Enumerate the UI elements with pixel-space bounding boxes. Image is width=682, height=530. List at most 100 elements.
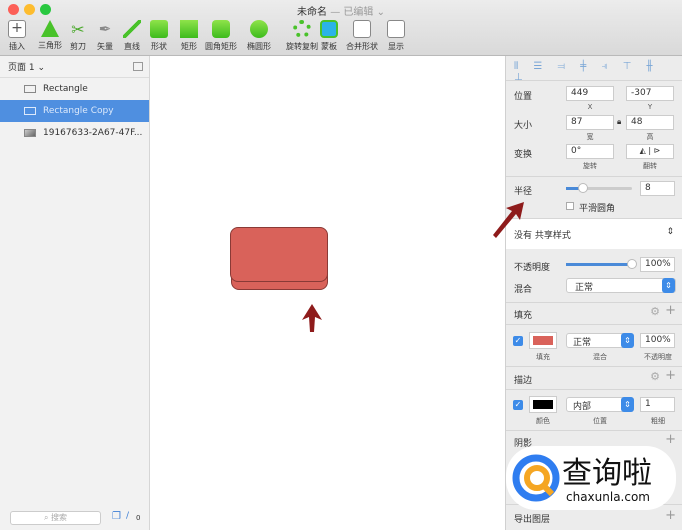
add-export-icon[interactable]: + — [665, 508, 676, 523]
tool-label: 椭圆形 — [247, 42, 271, 51]
slice-icon[interactable]: / — [126, 511, 129, 521]
flip-caption: 翻转 — [643, 162, 657, 170]
layer-rectangle-copy[interactable]: Rectangle Copy — [0, 100, 149, 122]
tool-mask[interactable]: 蒙板 — [320, 20, 338, 52]
flip-buttons[interactable]: ◭ | ⊳ — [626, 144, 674, 159]
x-input[interactable]: 449 — [566, 86, 614, 101]
page-selector[interactable]: 页面 1 ⌄ — [0, 56, 149, 78]
border-color-well[interactable] — [529, 396, 557, 413]
gear-icon[interactable]: ⚙ — [650, 305, 660, 318]
tool-label: 合并形状 — [346, 42, 378, 51]
y-input[interactable]: -307 — [626, 86, 674, 101]
scissors-icon: ✂ — [71, 20, 85, 39]
tool-rotate-copy[interactable]: 旋转复制 — [286, 20, 318, 52]
tool-scissors[interactable]: ✂ 剪刀 — [69, 20, 87, 52]
fill-opacity-input[interactable]: 100% — [640, 333, 675, 348]
watermark-url: chaxunla.com — [566, 490, 650, 504]
mask-icon — [320, 20, 338, 38]
smooth-corners-label: 平滑圆角 — [579, 204, 616, 214]
export-header: 导出图层 — [514, 515, 551, 525]
tool-rectangle[interactable]: 矩形 — [180, 20, 198, 52]
opacity-caption: 不透明度 — [644, 353, 672, 361]
border-checkbox[interactable]: ✓ — [513, 400, 523, 410]
tool-view[interactable]: 显示 — [387, 20, 405, 52]
tool-label: 直线 — [124, 42, 140, 51]
rectangle-icon — [24, 107, 36, 115]
tool-plus[interactable]: + 插入 — [8, 20, 26, 52]
width-input[interactable]: 87 — [566, 115, 614, 130]
rounded-rect-icon — [212, 20, 230, 38]
rectangle-copy-shape[interactable] — [230, 227, 328, 282]
rotate-input[interactable]: 0° — [566, 144, 614, 159]
tool-label: 显示 — [388, 42, 404, 51]
x-caption: X — [587, 103, 593, 111]
height-input[interactable]: 48 — [626, 115, 674, 130]
tool-triangle[interactable]: 三角形 — [38, 20, 62, 51]
arrow-icon — [493, 202, 524, 238]
chevron-updown-icon: ⇕ — [621, 397, 634, 412]
watermark-q-icon — [512, 454, 560, 502]
blend-select[interactable]: 正常 — [566, 278, 676, 293]
layer-label: 19167633-2A67-47F... — [43, 128, 143, 138]
layer-rectangle[interactable]: Rectangle — [0, 78, 149, 100]
shared-style-select[interactable]: 没有 共享样式 ⇕ — [506, 219, 682, 249]
collapse-icon[interactable] — [133, 62, 143, 71]
layer-search-input[interactable]: ⌕ 搜索 — [10, 511, 101, 525]
tool-rounded-rect[interactable]: 圆角矩形 — [205, 20, 237, 52]
opacity-label: 不透明度 — [514, 263, 551, 273]
tool-combine[interactable]: 合并形状 — [346, 20, 378, 52]
chevron-updown-icon: ⇕ — [662, 278, 675, 293]
transform-label: 变换 — [514, 150, 533, 160]
watermark-text: 查询啦 — [562, 456, 652, 491]
rotate-copy-icon — [293, 20, 311, 38]
rectangle-icon — [180, 20, 198, 38]
add-shadow-icon[interactable]: + — [665, 432, 676, 447]
rotate-caption: 旋转 — [583, 162, 597, 170]
page-label: 页面 1 ⌄ — [8, 63, 45, 73]
tool-line[interactable]: 直线 — [123, 20, 141, 52]
window-title: 未命名 — 已编辑 ⌄ — [297, 7, 385, 18]
image-icon — [24, 129, 36, 137]
tool-label: 旋转复制 — [286, 42, 318, 51]
lock-icon[interactable]: 🔒︎ — [617, 117, 621, 127]
opacity-input[interactable]: 100% — [640, 257, 675, 272]
layers-sidebar: 页面 1 ⌄ Rectangle Rectangle Copy 19167633… — [0, 56, 150, 530]
width-caption: 粗细 — [651, 417, 665, 425]
align-toolbar[interactable]: ⫴ ☰ ⫤ ╪ ⫣ ⊤ ╫ ⊥ — [506, 56, 682, 83]
layer-label: Rectangle — [43, 84, 88, 94]
tool-label: 插入 — [9, 42, 25, 51]
pen-icon: ✒ — [98, 20, 112, 38]
tool-label: 剪刀 — [70, 42, 86, 51]
layer-label: Rectangle Copy — [43, 106, 114, 116]
tool-label: 矩形 — [181, 42, 197, 51]
rectangle-icon — [24, 85, 36, 93]
tool-pen[interactable]: ✒ 矢量 — [96, 20, 114, 52]
tool-oval[interactable]: 椭圆形 — [247, 20, 271, 52]
fill-color-well[interactable] — [529, 332, 557, 349]
opacity-slider[interactable] — [566, 259, 637, 269]
border-width-input[interactable]: 1 — [640, 397, 675, 412]
tool-shapes[interactable]: 形状 — [150, 20, 168, 52]
add-fill-icon[interactable]: + — [665, 303, 676, 318]
gear-icon[interactable]: ⚙ — [650, 370, 660, 383]
tool-label: 形状 — [151, 42, 167, 51]
y-caption: Y — [647, 103, 653, 111]
fill-checkbox[interactable]: ✓ — [513, 336, 523, 346]
radius-label: 半径 — [514, 187, 533, 197]
add-border-icon[interactable]: + — [665, 368, 676, 383]
title-bar: 未命名 — 已编辑 ⌄ + 插入 三角形 ✂ 剪刀 ✒ 矢量 直线 形状 矩形 圆角矩形 椭圆形 旋转复… — [0, 0, 682, 56]
view-icon — [387, 20, 405, 38]
tool-label: 三角形 — [38, 41, 62, 50]
canvas[interactable] — [150, 56, 505, 530]
layer-image[interactable]: 19167633-2A67-47F... — [0, 122, 149, 144]
shapes-icon — [150, 20, 168, 38]
radius-input[interactable]: 8 — [640, 181, 675, 196]
pages-icon[interactable]: ❐ — [112, 511, 121, 522]
blend-label: 混合 — [514, 285, 533, 295]
smooth-corners-checkbox[interactable] — [566, 202, 574, 210]
chevron-updown-icon: ⇕ — [621, 333, 634, 348]
combine-icon — [353, 20, 371, 38]
arrow-up-icon — [302, 304, 322, 332]
radius-slider[interactable] — [566, 183, 632, 193]
height-caption: 高 — [646, 133, 654, 141]
